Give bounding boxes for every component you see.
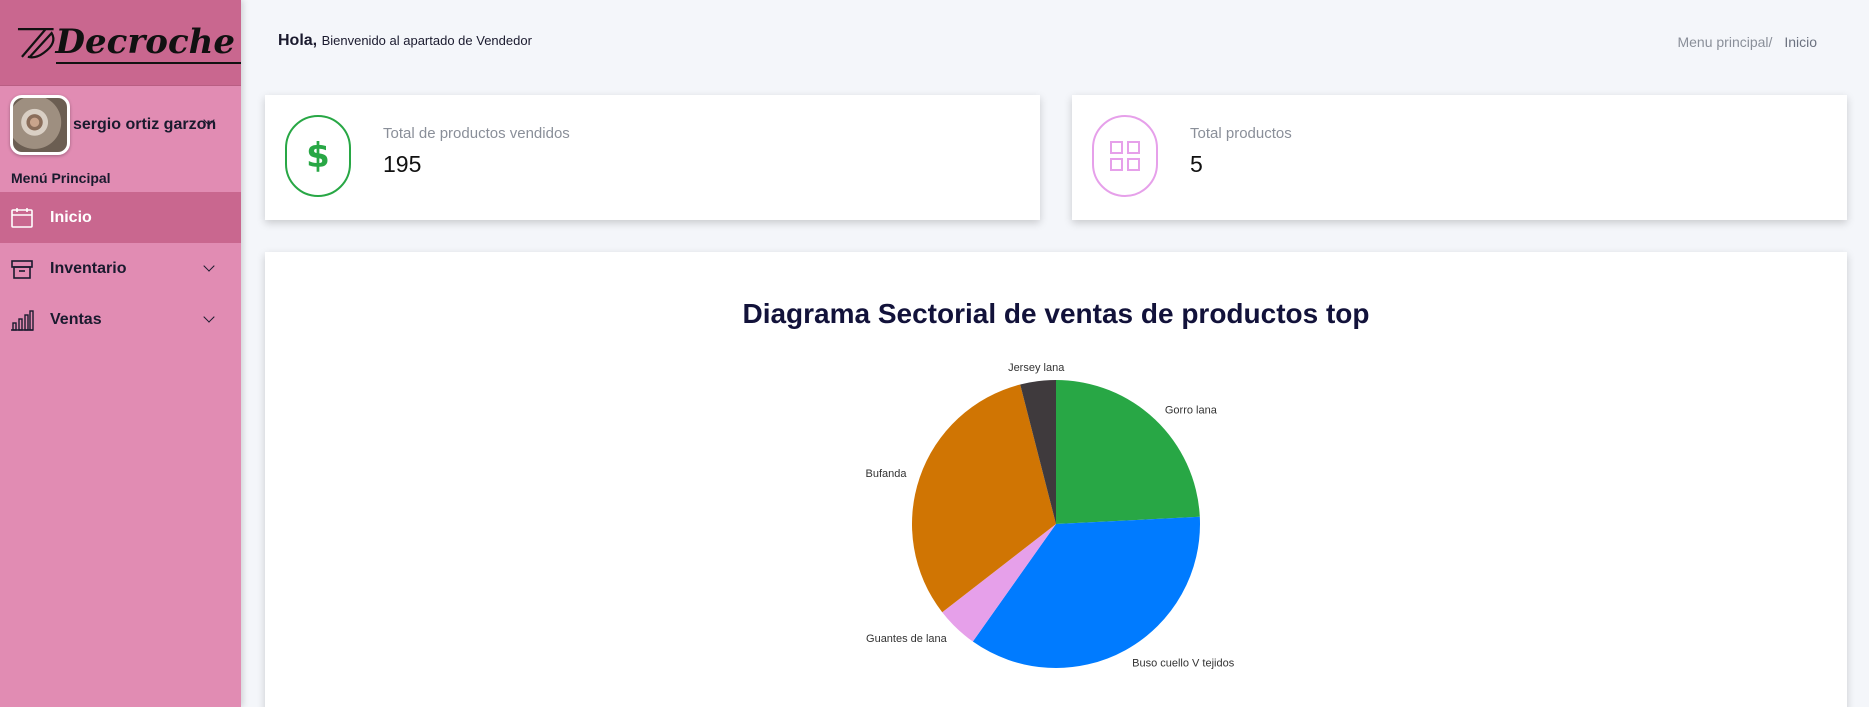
brand[interactable]: Decroche bbox=[0, 0, 241, 86]
sidebar-item-label: Inicio bbox=[50, 208, 92, 226]
pie-slice-label: Jersey lana bbox=[1008, 362, 1065, 374]
chart-card: Diagrama Sectorial de ventas de producto… bbox=[265, 252, 1847, 707]
greeting: Hola, Bienvenido al apartado de Vendedor bbox=[278, 32, 532, 50]
bar-chart-icon bbox=[11, 309, 34, 331]
chevron-down-icon[interactable] bbox=[203, 311, 215, 323]
stat-label: Total productos bbox=[1190, 125, 1292, 142]
stat-icon-circle bbox=[1092, 115, 1158, 197]
grid-icon bbox=[1110, 141, 1140, 171]
stat-card-total-sold: $ Total de productos vendidos 195 bbox=[265, 95, 1040, 220]
pie-slice-label: Gorro lana bbox=[1165, 405, 1218, 417]
stat-label: Total de productos vendidos bbox=[383, 125, 570, 142]
greeting-bold: Hola, bbox=[278, 32, 318, 49]
dollar-icon: $ bbox=[306, 136, 330, 176]
crochet-needle-logo-icon bbox=[17, 27, 55, 58]
stat-value: 5 bbox=[1190, 151, 1203, 177]
sidebar-item-label: Inventario bbox=[50, 259, 127, 277]
sidebar: Decroche sergio ortiz garzon Menú Princi… bbox=[0, 0, 241, 707]
avatar bbox=[10, 95, 70, 155]
stat-card-total-products: Total productos 5 bbox=[1072, 95, 1847, 220]
stat-icon-circle: $ bbox=[285, 115, 351, 197]
menu-header: Menú Principal bbox=[11, 170, 111, 186]
pie-chart: Gorro lana Buso cuello V tejidos Guantes d… bbox=[866, 362, 1235, 669]
user-panel[interactable]: sergio ortiz garzon bbox=[0, 86, 241, 164]
sidebar-item-inventario[interactable]: Inventario bbox=[0, 243, 241, 294]
breadcrumb-parent[interactable]: Menu principal/ bbox=[1677, 34, 1772, 50]
calendar-icon bbox=[11, 207, 33, 228]
user-name: sergio ortiz garzon bbox=[73, 116, 217, 133]
sidebar-item-ventas[interactable]: Ventas bbox=[0, 294, 241, 345]
greeting-text: Bienvenido al apartado de Vendedor bbox=[321, 33, 532, 48]
pie-slice-label: Guantes de lana bbox=[866, 633, 948, 645]
brand-name: Decroche bbox=[55, 22, 241, 64]
archive-box-icon bbox=[11, 259, 33, 279]
pie-slice-label: Buso cuello V tejidos bbox=[1132, 657, 1235, 669]
sidebar-item-inicio[interactable]: Inicio bbox=[0, 192, 241, 243]
topbar: Hola, Bienvenido al apartado de Vendedor… bbox=[241, 0, 1869, 86]
sidebar-item-label: Ventas bbox=[50, 310, 102, 328]
breadcrumb: Menu principal/ Inicio bbox=[1677, 34, 1817, 50]
pie-slice[interactable] bbox=[1056, 380, 1200, 524]
stat-value: 195 bbox=[383, 151, 422, 177]
pie-slice-label: Bufanda bbox=[866, 468, 908, 480]
chevron-down-icon[interactable] bbox=[203, 260, 215, 272]
breadcrumb-current: Inicio bbox=[1784, 34, 1817, 50]
